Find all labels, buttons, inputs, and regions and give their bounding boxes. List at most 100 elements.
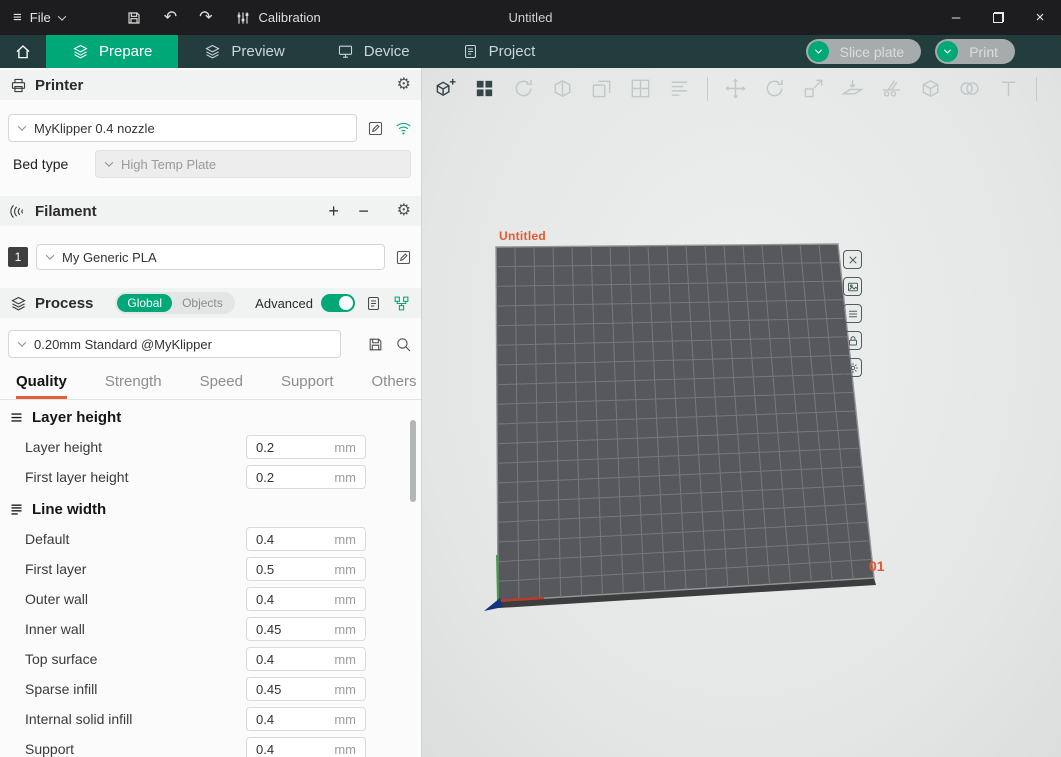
place-on-face-icon[interactable] xyxy=(837,73,868,104)
setting-value: 0.4 xyxy=(256,742,274,757)
process-scope-toggle[interactable]: Global Objects xyxy=(115,292,234,314)
settings-group-header[interactable]: Layer height xyxy=(0,402,421,432)
printer-connection-button[interactable] xyxy=(393,118,413,138)
scope-objects-option[interactable]: Objects xyxy=(172,294,233,312)
scale-icon[interactable] xyxy=(798,73,829,104)
slice-plate-button[interactable]: Slice plate xyxy=(806,39,922,64)
calibration-icon xyxy=(235,10,251,26)
setting-value: 0.45 xyxy=(256,622,281,637)
tab-others[interactable]: Others xyxy=(372,373,417,399)
add-filament-button[interactable]: + xyxy=(323,202,345,220)
tab-support[interactable]: Support xyxy=(281,373,334,399)
setting-label: Layer height xyxy=(25,439,102,455)
move-icon[interactable] xyxy=(720,73,751,104)
mesh-boolean-icon[interactable] xyxy=(954,73,985,104)
auto-orient-icon[interactable] xyxy=(508,73,539,104)
print-button[interactable]: Print xyxy=(935,39,1015,64)
filament-preset-value: My Generic PLA xyxy=(62,250,157,265)
list-icon xyxy=(365,295,382,312)
edit-printer-button[interactable] xyxy=(365,118,385,138)
clone-icon[interactable] xyxy=(586,73,617,104)
lock-plate-icon[interactable] xyxy=(843,331,862,350)
save-preset-button[interactable] xyxy=(365,334,385,354)
advanced-label: Advanced xyxy=(255,296,313,311)
tab-prepare[interactable]: Prepare xyxy=(46,35,178,68)
setting-input[interactable]: 0.4mm xyxy=(246,707,366,731)
chevron-down-icon xyxy=(105,158,113,166)
edit-filament-button[interactable] xyxy=(393,247,413,267)
wifi-icon xyxy=(395,120,412,137)
redo-button[interactable]: ↷ xyxy=(199,10,212,26)
setting-unit: mm xyxy=(334,742,356,757)
setting-label: Outer wall xyxy=(25,591,88,607)
preview-icon xyxy=(204,43,221,60)
print-dropdown-button[interactable] xyxy=(937,41,958,62)
setting-label: Internal solid infill xyxy=(25,711,132,727)
setting-value: 0.4 xyxy=(256,532,274,547)
save-icon xyxy=(126,10,142,26)
arrange-icon[interactable] xyxy=(469,73,500,104)
delete-plate-icon[interactable] xyxy=(843,250,862,269)
tab-project[interactable]: Project xyxy=(436,35,562,68)
setting-value: 0.2 xyxy=(256,440,274,455)
setting-input[interactable]: 0.45mm xyxy=(246,677,366,701)
viewport-3d[interactable]: Untitled 01 xyxy=(422,68,1061,757)
tab-preview[interactable]: Preview xyxy=(178,35,310,68)
build-plate-scene xyxy=(422,68,1061,757)
tab-strength[interactable]: Strength xyxy=(105,373,162,399)
plate-image-icon[interactable] xyxy=(843,277,862,296)
text-icon[interactable] xyxy=(993,73,1024,104)
tab-speed[interactable]: Speed xyxy=(200,373,243,399)
settings-group-header[interactable]: Line width xyxy=(0,494,421,524)
plate-settings-icon[interactable] xyxy=(843,358,862,377)
setting-input[interactable]: 0.2mm xyxy=(246,435,366,459)
search-preset-button[interactable] xyxy=(393,334,413,354)
home-button[interactable] xyxy=(0,35,46,68)
process-section-title: Process xyxy=(35,295,93,312)
printer-preset-select[interactable]: MyKlipper 0.4 nozzle xyxy=(8,114,357,142)
process-icon xyxy=(10,295,27,312)
slice-dropdown-button[interactable] xyxy=(808,41,829,62)
remove-filament-button[interactable]: − xyxy=(353,202,375,220)
filament-preset-row: 1 My Generic PLA xyxy=(8,244,413,270)
setting-input[interactable]: 0.2mm xyxy=(246,465,366,489)
printer-settings-gear-icon[interactable]: ⚙ xyxy=(397,77,411,93)
setting-input[interactable]: 0.5mm xyxy=(246,557,366,581)
setting-value: 0.4 xyxy=(256,652,274,667)
preset-list-button[interactable] xyxy=(363,293,383,313)
variable-layer-height-icon[interactable] xyxy=(664,73,695,104)
bed-type-select[interactable]: High Temp Plate xyxy=(95,150,411,178)
restore-button[interactable] xyxy=(977,0,1019,35)
setting-input[interactable]: 0.4mm xyxy=(246,527,366,551)
sidebar-scrollbar[interactable] xyxy=(410,420,416,502)
filament-preset-select[interactable]: My Generic PLA xyxy=(36,244,385,270)
device-icon xyxy=(337,43,354,60)
add-plate-icon[interactable] xyxy=(430,73,461,104)
tab-device[interactable]: Device xyxy=(311,35,436,68)
cut-icon[interactable] xyxy=(876,73,907,104)
scope-global-option[interactable]: Global xyxy=(117,294,172,312)
advanced-toggle[interactable] xyxy=(321,294,355,312)
fill-bed-icon[interactable] xyxy=(625,73,656,104)
setting-input[interactable]: 0.4mm xyxy=(246,647,366,671)
save-button[interactable] xyxy=(126,10,142,26)
undo-button[interactable]: ↶ xyxy=(164,10,177,26)
setting-input[interactable]: 0.45mm xyxy=(246,617,366,641)
process-preset-select[interactable]: 0.20mm Standard @MyKlipper xyxy=(8,330,341,358)
minimize-button[interactable]: – xyxy=(935,0,977,35)
tab-quality[interactable]: Quality xyxy=(16,373,67,399)
file-menu-button[interactable]: ≡ File xyxy=(0,0,78,35)
assembly-icon[interactable] xyxy=(915,73,946,104)
plate-name-icon[interactable] xyxy=(843,304,862,323)
calibration-button[interactable]: Calibration xyxy=(235,10,321,26)
setting-input[interactable]: 0.4 mm xyxy=(246,737,366,757)
filament-slot-badge[interactable]: 1 xyxy=(8,247,28,267)
filament-settings-gear-icon[interactable]: ⚙ xyxy=(397,203,411,219)
setting-input[interactable]: 0.4mm xyxy=(246,587,366,611)
printer-preset-value: MyKlipper 0.4 nozzle xyxy=(34,121,155,136)
close-button[interactable]: × xyxy=(1019,0,1061,35)
process-compare-button[interactable] xyxy=(391,293,411,313)
rotate-icon[interactable] xyxy=(759,73,790,104)
app-window: ≡ File ↶ ↷ Calibration Untitled – × xyxy=(0,0,1061,757)
split-objects-icon[interactable] xyxy=(547,73,578,104)
